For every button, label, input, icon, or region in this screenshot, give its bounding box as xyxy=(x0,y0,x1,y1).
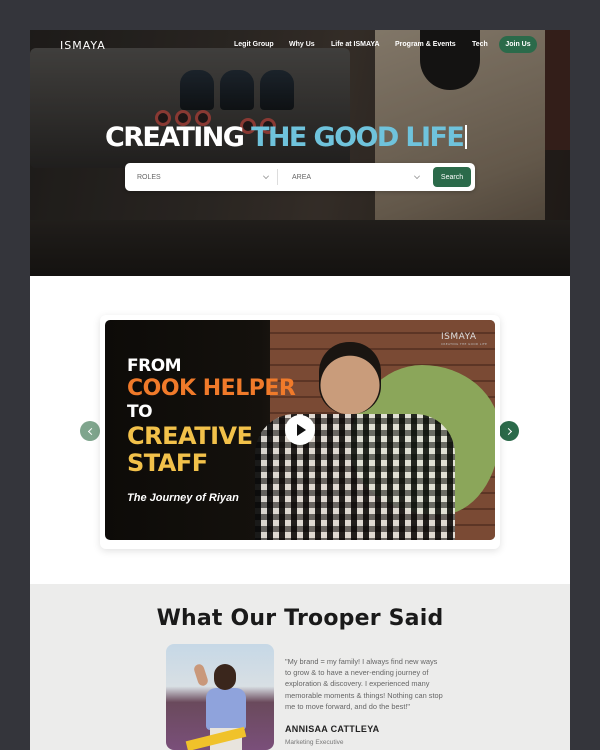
search-divider xyxy=(277,169,278,185)
roles-select-value: ROLES xyxy=(137,173,161,181)
photo-head xyxy=(214,664,236,690)
play-button[interactable] xyxy=(285,415,315,445)
hero-headline: CREATING THE GOOD LIFE xyxy=(105,122,505,153)
slide-caption: The Journey of Riyan xyxy=(127,492,239,504)
join-us-button[interactable]: Join Us xyxy=(499,36,537,53)
chevron-left-icon xyxy=(87,427,95,435)
testimonial-title: What Our Trooper Said xyxy=(156,606,444,631)
top-nav: ISMAYA Legit Group Why Us Life at ISMAYA… xyxy=(30,30,570,60)
brand-logo[interactable]: ISMAYA xyxy=(60,39,106,52)
testimonial-section: What Our Trooper Said "My brand = my fam… xyxy=(30,584,570,750)
slide-text-staff: STAFF xyxy=(127,449,208,477)
job-search-bar: ROLES AREA Search xyxy=(125,163,475,191)
photo-hand xyxy=(192,662,210,688)
testimonial-photo xyxy=(166,644,274,750)
slide-brand-tagline: CREATING THE GOOD LIFE xyxy=(441,342,488,346)
slide-brand-name: ISMAYA xyxy=(441,332,477,342)
slider-next-button[interactable] xyxy=(499,421,519,441)
nav-link-program-events[interactable]: Program & Events xyxy=(395,41,456,48)
nav-link-life-at-ismaya[interactable]: Life at ISMAYA xyxy=(331,41,380,48)
hero-headline-white: CREATING xyxy=(105,122,245,153)
slider-prev-button[interactable] xyxy=(80,421,100,441)
chevron-down-icon xyxy=(263,173,269,179)
area-select[interactable]: AREA xyxy=(292,170,420,184)
hero-section: ISMAYA Legit Group Why Us Life at ISMAYA… xyxy=(30,30,570,276)
testimonial-quote: "My brand = my family! I always find new… xyxy=(285,657,443,711)
page: ISMAYA Legit Group Why Us Life at ISMAYA… xyxy=(30,30,570,750)
chevron-right-icon xyxy=(504,427,512,435)
play-icon xyxy=(297,424,306,436)
slide-text-cook-helper: COOK HELPER xyxy=(127,376,296,401)
testimonial-role: Marketing Executive xyxy=(285,739,344,746)
featured-video-card: ISMAYA CREATING THE GOOD LIFE FROM COOK … xyxy=(100,315,500,549)
area-select-value: AREA xyxy=(292,173,312,181)
slide-text-to: TO xyxy=(127,402,153,422)
hero-overlay xyxy=(30,30,570,276)
nav-link-why-us[interactable]: Why Us xyxy=(289,41,315,48)
nav-link-legit-group[interactable]: Legit Group xyxy=(234,41,274,48)
photo-body xyxy=(206,688,246,730)
slide-text-creative: CREATIVE xyxy=(127,422,253,450)
typing-cursor xyxy=(465,125,468,149)
hero-headline-teal: THE GOOD LIFE xyxy=(251,122,465,153)
nav-link-tech[interactable]: Tech xyxy=(472,41,488,48)
thumb-person-head xyxy=(319,342,381,414)
testimonial-name: ANNISAA CATTLEYA xyxy=(285,724,380,734)
slide-brand-logo: ISMAYA CREATING THE GOOD LIFE xyxy=(441,332,487,346)
video-thumbnail[interactable]: ISMAYA CREATING THE GOOD LIFE FROM COOK … xyxy=(105,320,495,540)
search-button[interactable]: Search xyxy=(433,167,471,187)
roles-select[interactable]: ROLES xyxy=(137,170,269,184)
chevron-down-icon xyxy=(414,173,420,179)
slide-text-from: FROM xyxy=(127,356,182,376)
